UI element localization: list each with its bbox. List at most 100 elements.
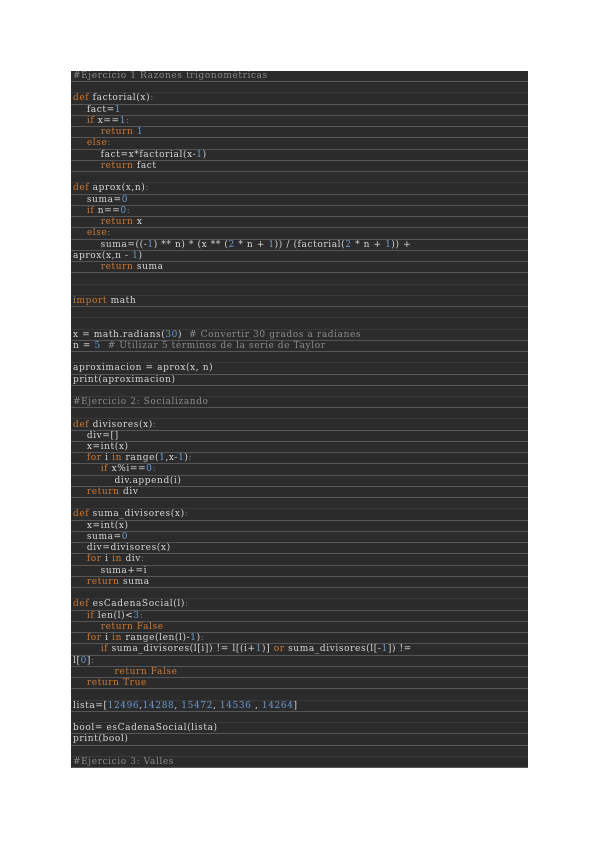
code-line: def factorial(x):: [71, 93, 528, 105]
code-token: if: [100, 644, 109, 655]
code-line: div=divisores(x): [71, 543, 528, 555]
code-line: return div: [71, 486, 528, 499]
code-token: print(aproximacion): [73, 374, 176, 385]
code-token: ,: [251, 700, 262, 711]
code-line: [71, 307, 528, 319]
code-line: x=int(x): [71, 441, 528, 454]
code-line: [71, 285, 528, 296]
code-token: return: [86, 678, 120, 689]
code-token: x=int(x): [73, 520, 129, 531]
code-line: import math: [71, 295, 528, 308]
code-token: i: [101, 554, 113, 565]
code-line: return x: [71, 217, 528, 229]
code-line: #Ejercicio 3: Valles: [71, 757, 528, 768]
code-token: divisores(x): [89, 419, 153, 430]
code-token: bool= esCadenaSocial(lista): [73, 723, 218, 734]
code-line: [71, 588, 528, 600]
code-token: # Utilizar 5 términos de la serie de Tay…: [107, 340, 326, 351]
code-token: suma_divisores(l[-: [284, 644, 382, 655]
code-token: :: [200, 633, 205, 644]
code-token: :: [152, 464, 157, 475]
code-token: or: [273, 644, 285, 655]
code-line: [71, 386, 528, 397]
code-line: return True: [71, 678, 528, 690]
code-token: aproximacion = aprox(x, n): [73, 363, 214, 374]
code-token: div.append(i): [73, 475, 182, 486]
code-token: * n +: [234, 239, 269, 250]
code-token: return: [100, 127, 134, 138]
code-line: for i in range(1,x-1):: [71, 453, 528, 465]
code-token: div: [119, 486, 139, 497]
code-line: return 1: [71, 127, 528, 139]
code-line: [71, 408, 528, 420]
code-token: div=divisores(x): [73, 543, 171, 554]
code-token: aprox(x,n -: [73, 250, 133, 261]
code-token: suma: [133, 262, 164, 273]
code-line: return suma: [71, 576, 528, 589]
code-token: def: [73, 599, 90, 610]
code-line: def suma_divisores(x):: [71, 509, 528, 521]
code-token: #Ejercicio 1 Razones trigonométricas: [73, 71, 268, 81]
code-token: def: [73, 183, 90, 194]
code-token: :: [140, 554, 145, 565]
code-token: else: [86, 228, 108, 239]
code-line: suma=((-1) ** n) * (x ** (2 * n + 1)) / …: [71, 240, 528, 251]
code-line: suma+=i: [71, 566, 528, 577]
code-token: :: [107, 228, 112, 239]
code-token: def: [73, 419, 90, 430]
code-token: in: [112, 633, 122, 644]
code-line: bool= esCadenaSocial(lista): [71, 723, 528, 735]
code-token: :: [139, 610, 144, 621]
code-token: fact=x*factorial(x-: [73, 149, 197, 160]
code-line: def aprox(x,n):: [71, 183, 528, 195]
code-line: [71, 689, 528, 701]
code-line: if suma_divisores(l[i]) != l[(i+1)] or s…: [71, 644, 528, 656]
code-token: True: [123, 678, 147, 689]
code-line: fact=1: [71, 105, 528, 116]
code-token: ]) !=: [387, 644, 412, 655]
code-token: # Convertir 30 grados a radianes: [189, 329, 362, 340]
code-token: math: [107, 295, 137, 306]
code-token: ) ** n) * (x ** (: [153, 239, 229, 250]
code-token: x = math.radians(: [73, 329, 166, 340]
code-token: 0: [121, 531, 129, 542]
code-line: return False: [71, 667, 528, 679]
code-line: [71, 746, 528, 757]
code-token: div=[]: [73, 430, 119, 441]
code-token: in: [112, 453, 122, 464]
code-token: :: [184, 509, 189, 520]
code-line: div.append(i): [71, 476, 528, 487]
code-token: False: [136, 621, 164, 632]
code-token: fact=: [73, 104, 115, 115]
code-token: :: [91, 655, 95, 666]
code-token: i: [101, 453, 113, 464]
code-token: :: [126, 205, 131, 216]
code-line: suma=0: [71, 531, 528, 544]
code-line: return suma: [71, 262, 528, 274]
code-line: return False: [71, 621, 528, 634]
code-token: x=int(x): [73, 441, 129, 452]
code-token: else: [86, 138, 108, 149]
code-token: div: [121, 554, 141, 565]
code-token: range(: [121, 453, 160, 464]
code-line: lista=[12496,14288, 15472, 14536 , 14264…: [71, 701, 528, 712]
code-token: in: [112, 554, 122, 565]
code-token: suma: [119, 576, 150, 587]
code-line: aprox(x,n - 1): [71, 250, 528, 263]
code-token: 14536: [219, 700, 252, 711]
code-token: 1: [136, 127, 144, 138]
code-token: return: [86, 486, 120, 497]
code-line: else:: [71, 138, 528, 150]
code-token: #Ejercicio 3: Valles: [73, 756, 175, 767]
code-token: for: [86, 633, 102, 644]
code-line: x = math.radians(30) # Convertir 30 grad…: [71, 330, 528, 341]
code-line: else:: [71, 228, 528, 240]
